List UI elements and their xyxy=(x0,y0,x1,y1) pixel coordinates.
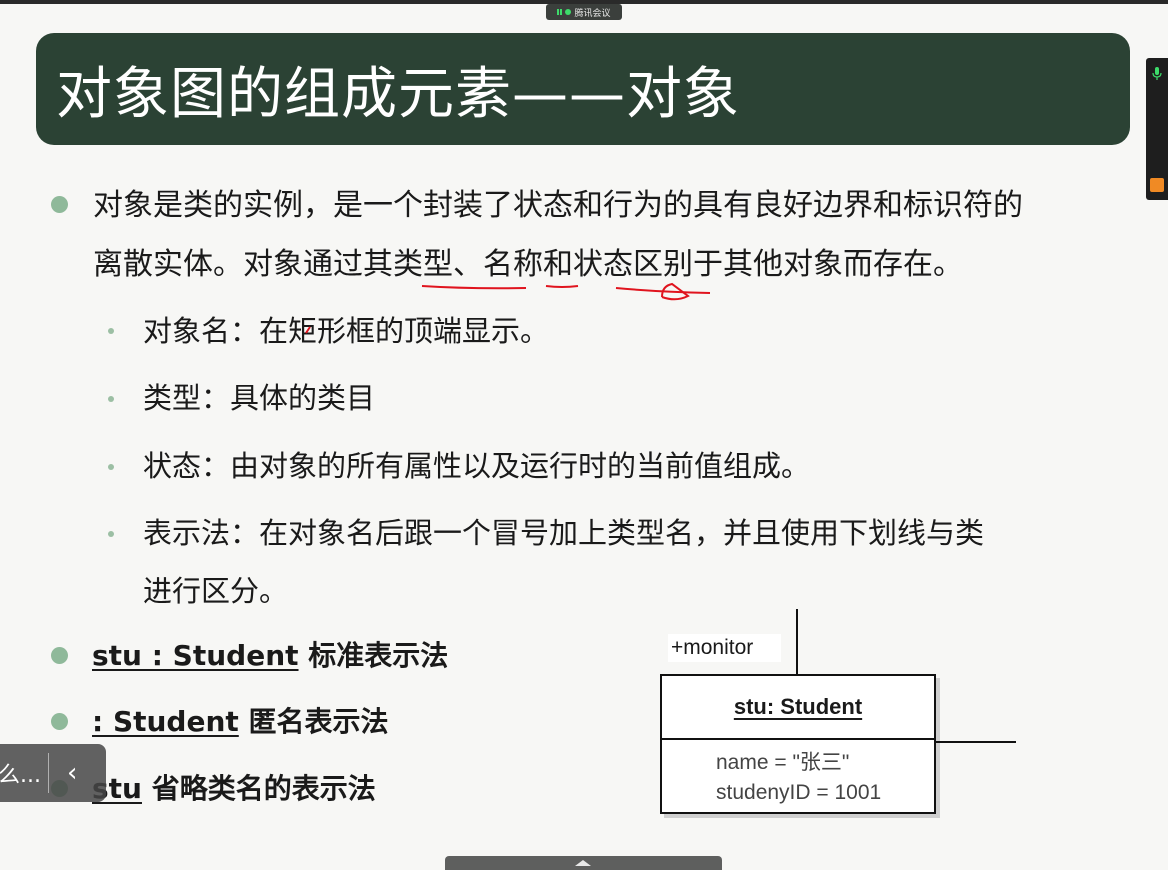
sub-bullet-icon xyxy=(108,531,114,537)
association-line-horizontal xyxy=(936,741,1016,743)
notation-standard: stu : Student 标准表示法 xyxy=(92,639,449,672)
sub-item-type: 类型：具体的类目 xyxy=(143,381,376,415)
sub-item-state: 状态：由对象的所有属性以及运行时的当前值组成。 xyxy=(143,449,811,483)
slide-title-bar: 对象图的组成元素——对象 xyxy=(36,33,1130,145)
overlay-separator xyxy=(48,753,49,793)
meeting-indicator[interactable]: 腾讯会议 xyxy=(546,4,622,20)
uml-attributes: name = "张三" studenyID = 1001 xyxy=(662,740,934,808)
association-line-vertical xyxy=(796,609,798,675)
notation-anonymous: : Student 匿名表示法 xyxy=(92,705,389,738)
sub-item-notation-cont: 进行区分。 xyxy=(143,574,289,608)
uml-object-name: stu: Student xyxy=(662,676,934,740)
uml-attribute: studenyID = 1001 xyxy=(716,781,882,804)
bullet-icon xyxy=(51,713,68,730)
meeting-side-panel xyxy=(1146,58,1168,200)
notation-omit-class: stu 省略类名的表示法 xyxy=(92,772,376,805)
intro-line-2: 离散实体。对象通过其类型、名称和状态区别于其他对象而存在。 xyxy=(93,247,963,282)
uml-attribute: name = "张三" xyxy=(716,751,850,774)
status-dot-icon xyxy=(565,9,572,15)
chevron-left-icon[interactable]: ‹ xyxy=(67,758,77,788)
sub-bullet-icon xyxy=(108,464,114,470)
user-avatar-icon[interactable] xyxy=(1150,178,1164,192)
chevron-up-icon xyxy=(575,860,591,866)
role-label: +monitor xyxy=(668,634,781,662)
sub-bullet-icon xyxy=(108,328,114,334)
bottom-toolbar-tab[interactable] xyxy=(445,856,722,870)
floating-chat-pill[interactable]: 么... ‹ xyxy=(0,744,106,802)
microphone-icon[interactable] xyxy=(1152,67,1162,81)
sub-item-object-name: 对象名：在矩形框的顶端显示。 xyxy=(143,314,550,348)
uml-object-box: stu: Student name = "张三" studenyID = 100… xyxy=(660,674,936,814)
sub-item-notation: 表示法：在对象名后跟一个冒号加上类型名，并且使用下划线与类 xyxy=(143,516,985,550)
meeting-label: 腾讯会议 xyxy=(574,8,611,19)
sub-bullet-icon xyxy=(108,396,114,402)
slide-title: 对象图的组成元素——对象 xyxy=(56,61,740,127)
intro-line-1: 对象是类的实例，是一个封装了状态和行为的具有良好边界和标识符的 xyxy=(93,188,1023,223)
bullet-icon xyxy=(51,196,68,213)
overlay-text: 么... xyxy=(0,763,41,788)
bullet-icon xyxy=(51,647,68,664)
signal-icon xyxy=(557,9,563,15)
